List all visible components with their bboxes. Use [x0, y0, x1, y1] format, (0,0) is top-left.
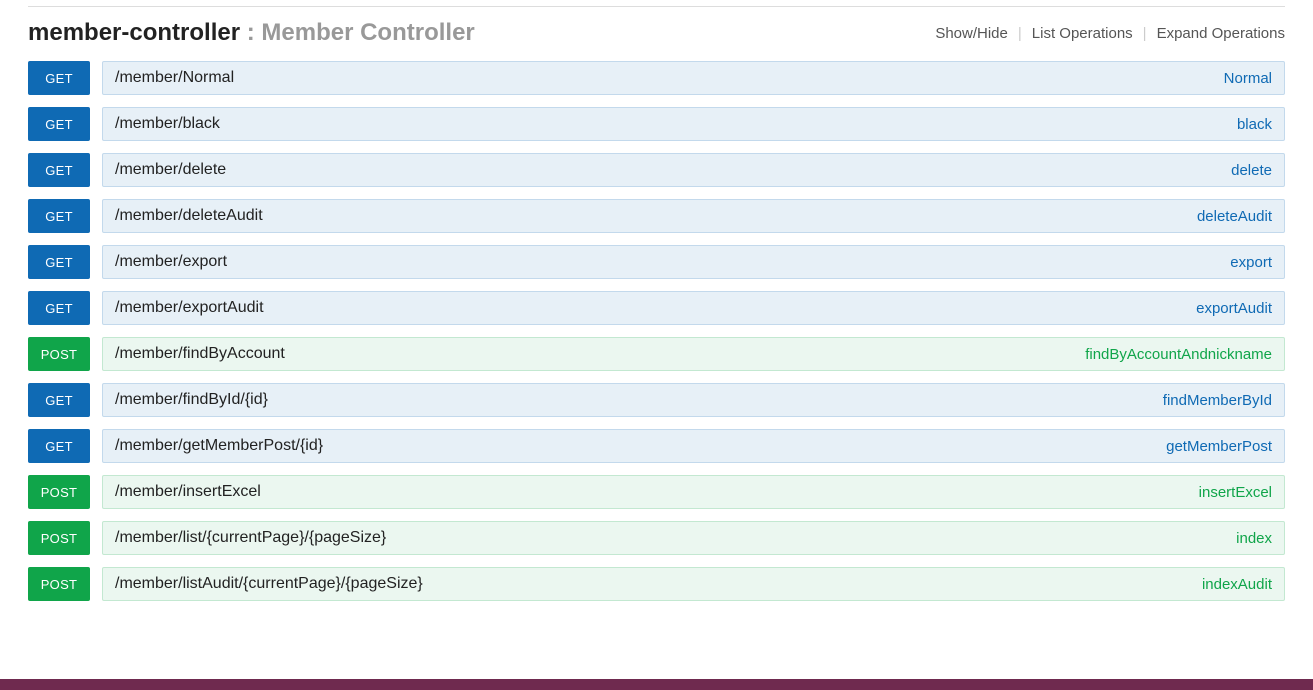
operation-path[interactable]: /member/exportAudit — [115, 299, 264, 317]
http-method-badge[interactable]: GET — [28, 429, 90, 463]
operation-path[interactable]: /member/findByAccount — [115, 345, 285, 363]
operation-row[interactable]: POST/member/findByAccount findByAccountAn… — [28, 337, 1285, 371]
operation-bar[interactable]: /member/Normal Normal — [102, 61, 1285, 95]
operation-path[interactable]: /member/Normal — [115, 69, 234, 87]
http-method-badge[interactable]: POST — [28, 337, 90, 371]
list-operations-link[interactable]: List Operations — [1032, 25, 1133, 42]
operation-bar[interactable]: /member/export export — [102, 245, 1285, 279]
operation-path[interactable]: /member/delete — [115, 161, 226, 179]
operation-summary[interactable]: insertExcel — [1199, 484, 1272, 501]
operation-path[interactable]: /member/getMemberPost/{id} — [115, 437, 323, 455]
operation-bar[interactable]: /member/findByAccount findByAccountAndnic… — [102, 337, 1285, 371]
operation-row[interactable]: GET/member/delete delete — [28, 153, 1285, 187]
operation-row[interactable]: POST/member/list/{currentPage}/{pageSize… — [28, 521, 1285, 555]
operation-summary[interactable]: exportAudit — [1196, 300, 1272, 317]
http-method-badge[interactable]: POST — [28, 521, 90, 555]
operation-summary[interactable]: deleteAudit — [1197, 208, 1272, 225]
controller-title[interactable]: member-controller : Member Controller — [28, 19, 475, 47]
operation-path[interactable]: /member/export — [115, 253, 227, 271]
operation-summary[interactable]: black — [1237, 116, 1272, 133]
controller-actions: Show/Hide | List Operations | Expand Ope… — [935, 25, 1285, 42]
operation-summary[interactable]: Normal — [1224, 70, 1272, 87]
operation-row[interactable]: GET/member/findById/{id} findMemberById — [28, 383, 1285, 417]
http-method-badge[interactable]: POST — [28, 567, 90, 601]
operation-bar[interactable]: /member/getMemberPost/{id} getMemberPost — [102, 429, 1285, 463]
operation-row[interactable]: GET/member/exportAudit exportAudit — [28, 291, 1285, 325]
operation-path[interactable]: /member/insertExcel — [115, 483, 261, 501]
http-method-badge[interactable]: GET — [28, 199, 90, 233]
operation-bar[interactable]: /member/black black — [102, 107, 1285, 141]
operation-summary[interactable]: findByAccountAndnickname — [1085, 346, 1272, 363]
operation-row[interactable]: POST/member/insertExcel insertExcel — [28, 475, 1285, 509]
operation-summary[interactable]: indexAudit — [1202, 576, 1272, 593]
http-method-badge[interactable]: GET — [28, 383, 90, 417]
operation-row[interactable]: GET/member/export export — [28, 245, 1285, 279]
http-method-badge[interactable]: GET — [28, 107, 90, 141]
operation-bar[interactable]: /member/deleteAudit deleteAudit — [102, 199, 1285, 233]
operation-row[interactable]: GET/member/black black — [28, 107, 1285, 141]
http-method-badge[interactable]: GET — [28, 153, 90, 187]
operation-summary[interactable]: export — [1230, 254, 1272, 271]
expand-operations-link[interactable]: Expand Operations — [1157, 25, 1285, 42]
operation-bar[interactable]: /member/list/{currentPage}/{pageSize} ind… — [102, 521, 1285, 555]
operation-bar[interactable]: /member/listAudit/{currentPage}/{pageSiz… — [102, 567, 1285, 601]
operation-row[interactable]: GET/member/Normal Normal — [28, 61, 1285, 95]
http-method-badge[interactable]: GET — [28, 291, 90, 325]
operation-row[interactable]: POST/member/listAudit/{currentPage}/{pag… — [28, 567, 1285, 601]
show-hide-link[interactable]: Show/Hide — [935, 25, 1008, 42]
http-method-badge[interactable]: GET — [28, 245, 90, 279]
http-method-badge[interactable]: POST — [28, 475, 90, 509]
controller-separator: : — [240, 19, 261, 46]
operation-bar[interactable]: /member/insertExcel insertExcel — [102, 475, 1285, 509]
operations-list: GET/member/Normal Normal GET/member/black b… — [0, 61, 1313, 601]
operation-summary[interactable]: findMemberById — [1163, 392, 1272, 409]
operation-summary[interactable]: delete — [1231, 162, 1272, 179]
operation-row[interactable]: GET/member/getMemberPost/{id} getMemberPo… — [28, 429, 1285, 463]
operation-row[interactable]: GET/member/deleteAudit deleteAudit — [28, 199, 1285, 233]
operation-summary[interactable]: getMemberPost — [1166, 438, 1272, 455]
bottom-accent-bar — [0, 679, 1313, 690]
operation-path[interactable]: /member/list/{currentPage}/{pageSize} — [115, 529, 386, 547]
operation-path[interactable]: /member/listAudit/{currentPage}/{pageSiz… — [115, 575, 423, 593]
operation-bar[interactable]: /member/findById/{id} findMemberById — [102, 383, 1285, 417]
controller-description: Member Controller — [261, 19, 474, 46]
http-method-badge[interactable]: GET — [28, 61, 90, 95]
operation-path[interactable]: /member/deleteAudit — [115, 207, 263, 225]
controller-name[interactable]: member-controller — [28, 19, 240, 46]
operation-bar[interactable]: /member/delete delete — [102, 153, 1285, 187]
controller-header[interactable]: member-controller : Member Controller Sh… — [0, 7, 1313, 61]
action-separator: | — [1133, 25, 1157, 42]
operation-summary[interactable]: index — [1236, 530, 1272, 547]
operation-path[interactable]: /member/black — [115, 115, 220, 133]
operation-path[interactable]: /member/findById/{id} — [115, 391, 268, 409]
operation-bar[interactable]: /member/exportAudit exportAudit — [102, 291, 1285, 325]
action-separator: | — [1008, 25, 1032, 42]
